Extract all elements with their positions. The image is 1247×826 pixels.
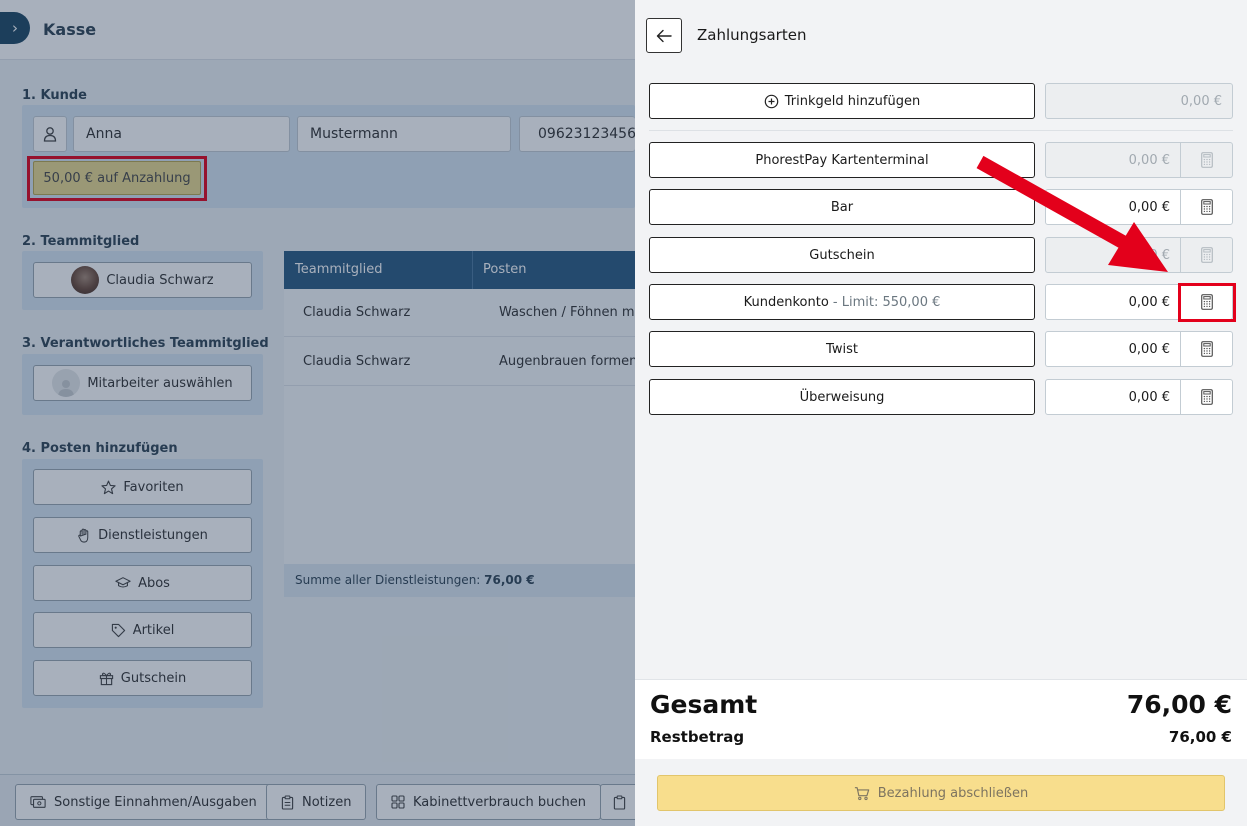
payment-method-cash[interactable]: Bar <box>649 189 1035 225</box>
tip-amount-field: 0,00 € <box>1045 83 1233 119</box>
payment-method-label: Kundenkonto <box>743 294 829 310</box>
divider <box>649 130 1233 131</box>
calculator-icon <box>1200 389 1213 405</box>
calculator-icon <box>1200 247 1213 263</box>
customer-account-amount-field[interactable]: 0,00 € <box>1045 284 1181 320</box>
arrow-left-icon <box>656 29 672 42</box>
complete-payment-label: Bezahlung abschließen <box>877 785 1029 801</box>
drawer-title: Zahlungsarten <box>697 26 807 44</box>
calculator-icon <box>1200 341 1213 357</box>
payment-method-label: Überweisung <box>799 389 885 405</box>
phorestpay-calculator-button <box>1180 142 1233 178</box>
add-tip-label: Trinkgeld hinzufügen <box>784 93 921 109</box>
calculator-highlight-box <box>1178 283 1236 322</box>
payment-method-bank-transfer[interactable]: Überweisung <box>649 379 1035 415</box>
phorestpay-amount-field: 0,00 € <box>1045 142 1181 178</box>
twist-amount-field[interactable]: 0,00 € <box>1045 331 1181 367</box>
calculator-icon <box>1200 199 1213 215</box>
payment-method-voucher[interactable]: Gutschein <box>649 237 1035 273</box>
payment-method-label: Bar <box>830 199 854 215</box>
twist-calculator-button[interactable] <box>1180 331 1233 367</box>
payment-method-label: Twist <box>826 341 858 357</box>
voucher-amount-field: 0,00 € <box>1045 237 1181 273</box>
customer-account-limit: - Limit: 550,00 € <box>828 294 941 310</box>
plus-circle-icon <box>764 94 779 108</box>
total-label: Gesamt <box>650 690 758 719</box>
cash-amount-field[interactable]: 0,00 € <box>1045 189 1181 225</box>
cart-icon <box>854 786 870 800</box>
calculator-icon <box>1200 152 1213 168</box>
payment-methods-drawer: Zahlungsarten Trinkgeld hinzufügen 0,00 … <box>635 0 1247 826</box>
totals-panel: Gesamt 76,00 € Restbetrag 76,00 € <box>635 679 1247 759</box>
back-button[interactable] <box>646 18 682 53</box>
payment-method-label: Gutschein <box>809 247 875 263</box>
remaining-label: Restbetrag <box>650 728 745 746</box>
cash-calculator-button[interactable] <box>1180 189 1233 225</box>
voucher-calculator-button <box>1180 237 1233 273</box>
bank-transfer-amount-field[interactable]: 0,00 € <box>1045 379 1181 415</box>
add-tip-button[interactable]: Trinkgeld hinzufügen <box>649 83 1035 119</box>
bank-transfer-calculator-button[interactable] <box>1180 379 1233 415</box>
payment-method-twist[interactable]: Twist <box>649 331 1035 367</box>
total-value: 76,00 € <box>1126 690 1232 719</box>
remaining-value: 76,00 € <box>1168 728 1232 746</box>
complete-payment-button[interactable]: Bezahlung abschließen <box>657 775 1225 811</box>
payment-method-phorestpay[interactable]: PhorestPay Kartenterminal <box>649 142 1035 178</box>
payment-method-customer-account[interactable]: Kundenkonto - Limit: 550,00 € <box>649 284 1035 320</box>
modal-backdrop[interactable] <box>0 0 635 826</box>
payment-method-label: PhorestPay Kartenterminal <box>755 152 929 168</box>
